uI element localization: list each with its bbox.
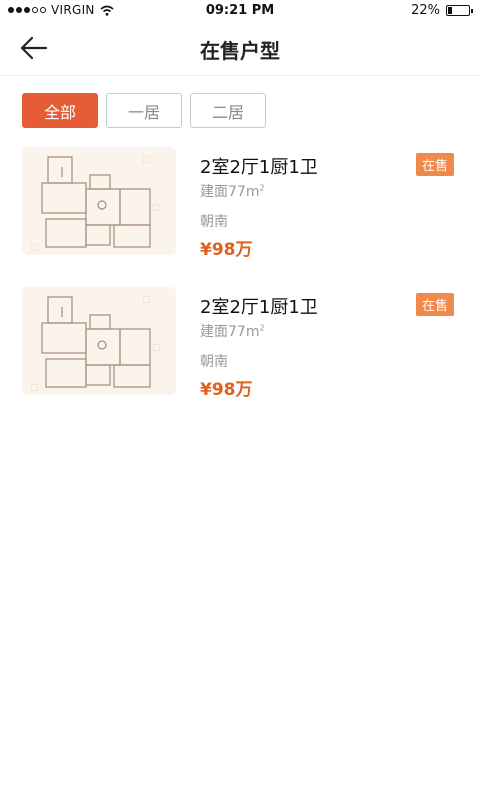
nav-bar: 在售户型: [0, 22, 480, 76]
listing-price: ¥98万: [200, 240, 253, 260]
listing-title: 2室2厅1厨1卫: [200, 297, 318, 318]
filter-tabs: 全部 一居 二居: [22, 93, 266, 128]
status-badge: 在售: [415, 293, 454, 316]
status-bar: VIRGIN 09:21 PM 22%: [0, 0, 480, 22]
svg-text:☐: ☐: [152, 204, 160, 214]
listing-area: 建面77m2: [200, 321, 265, 341]
page-title: 在售户型: [200, 39, 280, 63]
area-value: 建面77m: [200, 324, 260, 340]
svg-text:☐: ☐: [30, 244, 38, 254]
listing-price: ¥98万: [200, 380, 253, 400]
filter-tab-one-bedroom[interactable]: 一居: [106, 93, 182, 128]
area-value: 建面77m: [200, 184, 260, 200]
listing-orientation: 朝南: [200, 354, 228, 370]
filter-tab-two-bedroom[interactable]: 二居: [190, 93, 266, 128]
battery-percent: 22%: [411, 3, 440, 18]
svg-text:☐: ☐: [142, 156, 150, 166]
svg-text:☐: ☐: [142, 296, 150, 306]
battery-fill: [448, 7, 453, 14]
status-badge: 在售: [415, 153, 454, 176]
listing-title: 2室2厅1厨1卫: [200, 157, 318, 178]
listing-orientation: 朝南: [200, 214, 228, 230]
status-right: 22%: [411, 3, 473, 18]
status-time: 09:21 PM: [205, 3, 275, 18]
svg-text:☐: ☐: [152, 344, 160, 354]
listing-item[interactable]: ☐ ☐ ☐ 2室2厅1厨1卫 在售 建面77m2 朝南 ¥98万: [22, 287, 458, 400]
svg-text:☐: ☐: [30, 384, 38, 394]
filter-tab-all[interactable]: 全部: [22, 93, 98, 128]
floor-plan-image: ☐ ☐ ☐: [22, 147, 176, 255]
area-unit-superscript: 2: [259, 323, 265, 333]
area-unit-superscript: 2: [259, 183, 265, 193]
floor-plan-image: ☐ ☐ ☐: [22, 287, 176, 395]
battery-icon: [446, 5, 473, 16]
listing-item[interactable]: ☐ ☐ ☐ 2室2厅1厨1卫 在售 建面77m2 朝南 ¥98万: [22, 147, 458, 260]
listing-area: 建面77m2: [200, 181, 265, 201]
